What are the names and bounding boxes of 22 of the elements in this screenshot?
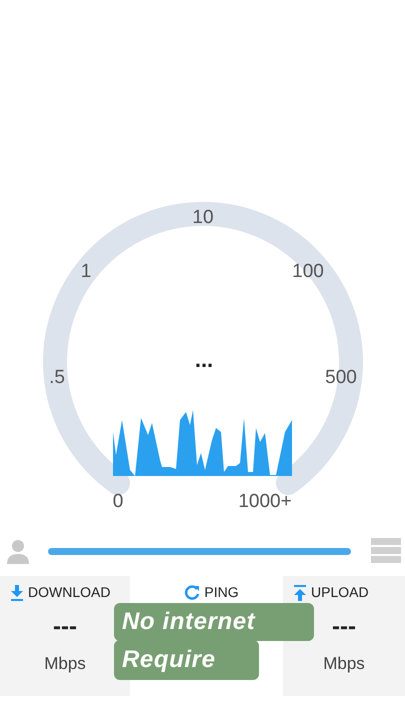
speed-reading: ... [194, 349, 214, 371]
stat-unit: Mbps [323, 653, 365, 675]
gauge-tick-label: 10 [192, 206, 214, 230]
user-icon [4, 537, 32, 565]
gauge-tick-label: 100 [292, 260, 324, 284]
gauge-tick-label: 1 [80, 260, 92, 284]
gauge-tick-label: .5 [49, 366, 65, 390]
caption-text: Require [114, 640, 259, 680]
stat-value: --- [53, 615, 77, 639]
download-icon [10, 584, 24, 600]
gauge-tick-label: 0 [112, 490, 124, 514]
server-icon [371, 538, 401, 564]
stat-unit: Mbps [44, 653, 86, 675]
stat-label: DOWNLOAD [28, 583, 110, 602]
gauge-tick-label: 500 [325, 366, 357, 390]
caption-text: No internet [114, 603, 314, 641]
stat-value: --- [332, 615, 356, 639]
gauge-tick-label: 1000+ [238, 490, 292, 514]
stat-label: UPLOAD [311, 583, 369, 602]
upload-icon [293, 584, 307, 600]
refresh-icon [184, 584, 200, 600]
stat-label: PING [204, 583, 239, 602]
